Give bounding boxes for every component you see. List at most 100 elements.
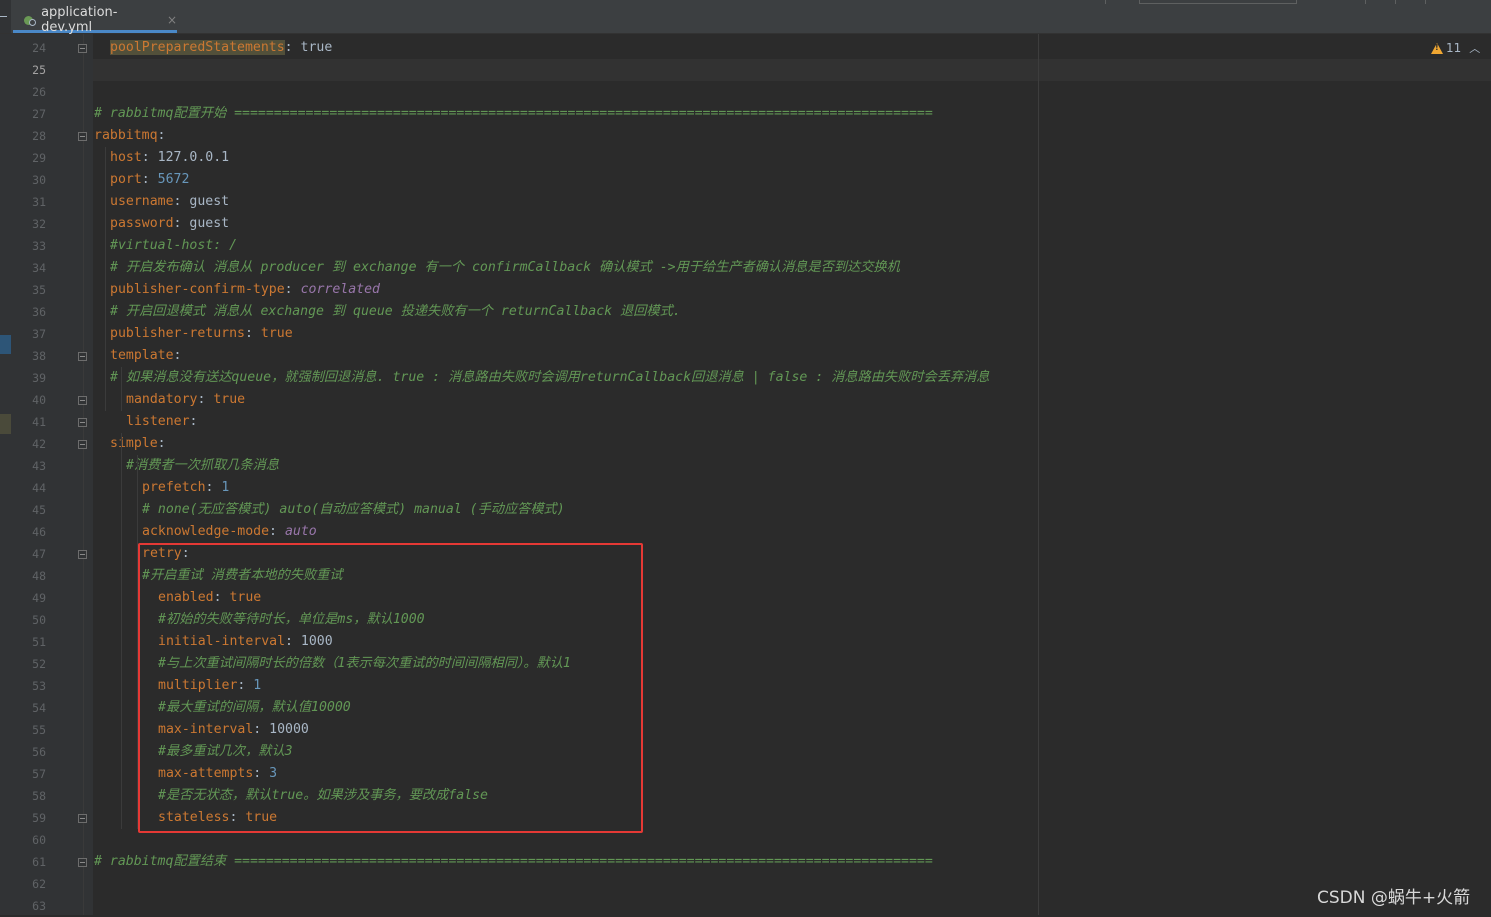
code-token: : [157,436,166,451]
chevron-up-icon[interactable]: ︿ [1469,40,1480,56]
fold-toggle-icon[interactable] [78,550,87,559]
code-token: # rabbitmq配置开始 =========================… [94,106,933,121]
code-line[interactable]: simple: [110,433,166,455]
code-token: : guest [173,216,230,231]
line-number: 57 [32,767,46,781]
indent-guide [121,367,122,411]
code-token: username [110,194,174,209]
code-line[interactable]: # rabbitmq配置结束 =========================… [94,851,933,873]
line-number: 32 [32,217,46,231]
line-number: 46 [32,525,46,539]
toolbar-separator [1105,0,1106,4]
code-line[interactable]: # 开启发布确认 消息从 producer 到 exchange 有一个 con… [110,257,900,279]
line-number: 54 [32,701,46,715]
left-tool-strip [0,34,11,915]
code-token: : [173,348,182,363]
inspection-widget[interactable]: 11 ︿ [1431,40,1480,56]
code-token: #virtual-host: / [110,238,238,253]
line-number: 62 [32,877,46,891]
spring-yaml-file-icon [23,13,37,27]
code-line[interactable]: mandatory: true [126,389,245,411]
fold-toggle-icon[interactable] [78,132,87,141]
code-token: auto [284,524,317,539]
line-number: 55 [32,723,46,737]
code-token: : [269,524,285,539]
code-line[interactable]: username: guest [110,191,229,213]
code-line[interactable]: template: [110,345,181,367]
fold-toggle-icon[interactable] [78,418,87,427]
toolbar-separator [1425,0,1426,4]
code-line[interactable]: password: guest [110,213,229,235]
code-line[interactable]: port: 5672 [110,169,189,191]
warning-count: 11 [1446,41,1462,55]
tab-application-dev-yml[interactable]: application-dev.yml × [13,5,177,35]
run-config-dropdown[interactable] [1139,0,1297,4]
code-line[interactable]: # none(无应答模式) auto(自动应答模式) manual (手动应答模… [142,499,565,521]
code-token: : [157,128,166,143]
bookmark-marker[interactable] [0,335,11,354]
fold-toggle-icon[interactable] [78,352,87,361]
indent-guide [121,433,122,829]
code-token: # 如果消息没有送达queue，就强制回退消息. true : 消息路由失败时会… [110,370,990,385]
code-line[interactable]: # 开启回退模式 消息从 exchange 到 queue 投递失败有一个 re… [110,301,681,323]
code-token: : guest [173,194,230,209]
fold-toggle-icon[interactable] [78,440,87,449]
fold-toggle-icon[interactable] [78,396,87,405]
toolbar-separator [1395,0,1396,4]
line-number: 49 [32,591,46,605]
line-number: 50 [32,613,46,627]
line-number: 51 [32,635,46,649]
line-number: 52 [32,657,46,671]
line-number: 47 [32,547,46,561]
tab-bar-left-edge [0,0,11,33]
code-line[interactable]: rabbitmq: [94,125,165,147]
line-number: 38 [32,349,46,363]
code-line[interactable]: # 如果消息没有送达queue，就强制回退消息. true : 消息路由失败时会… [110,367,989,389]
code-token: publisher-returns [110,326,245,341]
code-token: rabbitmq [94,128,158,143]
annotation-highlight-box [138,543,643,833]
code-line[interactable]: prefetch: 1 [142,477,229,499]
line-number: 28 [32,129,46,143]
code-line[interactable]: #消费者一次抓取几条消息 [126,455,279,477]
code-line[interactable]: publisher-confirm-type: correlated [110,279,380,301]
line-number: 29 [32,151,46,165]
line-number: 25 [32,63,46,77]
line-number: 40 [32,393,46,407]
line-number: 42 [32,437,46,451]
change-marker[interactable] [0,414,11,434]
code-token: 5672 [157,172,190,187]
fold-toggle-icon[interactable] [78,858,87,867]
code-line[interactable]: poolPreparedStatements: true [110,37,332,59]
line-number: 45 [32,503,46,517]
line-number: 61 [32,855,46,869]
line-number: 27 [32,107,46,121]
code-token: mandatory [126,392,198,407]
current-line-highlight [93,59,1491,81]
minimize-icon[interactable] [0,16,7,17]
code-line[interactable]: listener: [126,411,197,433]
code-token: : 127.0.0.1 [141,150,230,165]
line-number-gutter: 24 25 26 27 28 29 30 31 32 33 34 35 36 37 38 39 40 41 42 43… [11,34,93,915]
code-line[interactable]: # rabbitmq配置开始 =========================… [94,103,933,125]
line-number: 36 [32,305,46,319]
line-number: 56 [32,745,46,759]
code-token: true [213,392,246,407]
line-number: 24 [32,41,46,55]
code-line[interactable]: #virtual-host: / [110,235,237,257]
line-number: 43 [32,459,46,473]
tab-close-icon[interactable]: × [167,13,177,27]
line-number: 44 [32,481,46,495]
code-line[interactable]: acknowledge-mode: auto [142,521,317,543]
code-line[interactable]: host: 127.0.0.1 [110,147,229,169]
code-token: : true [284,40,333,55]
code-token: 1 [221,480,230,495]
fold-toggle-icon[interactable] [78,44,87,53]
fold-toggle-icon[interactable] [78,814,87,823]
code-token: correlated [300,282,380,297]
code-line[interactable]: publisher-returns: true [110,323,293,345]
code-token: # 开启发布确认 消息从 producer 到 exchange 有一个 con… [110,260,900,275]
code-token: publisher-confirm-type [110,282,285,297]
indent-guide [105,147,106,411]
code-token: : [284,282,301,297]
